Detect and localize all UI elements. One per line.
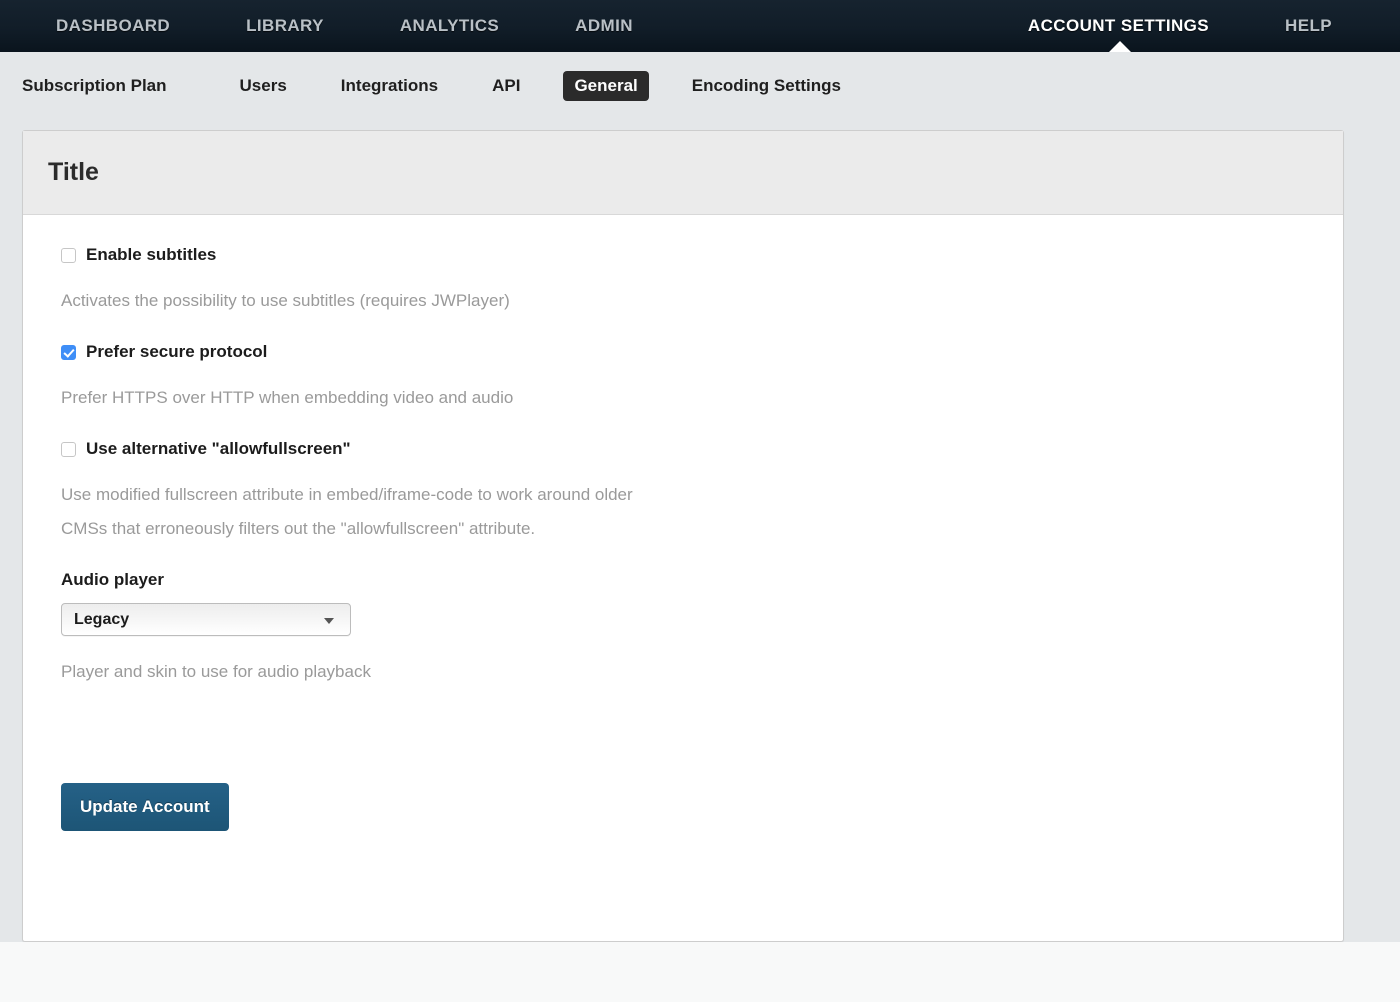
tab-users[interactable]: Users (213, 76, 314, 96)
label-audio-player: Audio player (61, 570, 164, 589)
tab-general[interactable]: General (563, 71, 649, 101)
field-use-alternative-allowfullscreen: Use alternative "allowfullscreen" Use mo… (61, 439, 1305, 546)
label-enable-subtitles[interactable]: Enable subtitles (86, 245, 216, 265)
nav-item-dashboard[interactable]: DASHBOARD (18, 0, 208, 52)
active-nav-caret-icon (1109, 41, 1131, 52)
checkbox-row-prefer-secure-protocol[interactable]: Prefer secure protocol (61, 342, 1305, 362)
field-prefer-secure-protocol: Prefer secure protocol Prefer HTTPS over… (61, 342, 1305, 415)
chevron-down-icon (324, 617, 334, 624)
field-audio-player: Audio player Legacy Player and skin to u… (61, 570, 1305, 689)
field-enable-subtitles: Enable subtitles Activates the possibili… (61, 245, 1305, 318)
top-nav-right-group: ACCOUNT SETTINGS HELP (990, 0, 1400, 52)
audio-player-select[interactable]: Legacy (61, 603, 351, 636)
nav-item-library[interactable]: LIBRARY (208, 0, 362, 52)
help-text-audio-player: Player and skin to use for audio playbac… (61, 662, 371, 681)
help-text-enable-subtitles: Activates the possibility to use subtitl… (61, 291, 510, 310)
label-prefer-secure-protocol[interactable]: Prefer secure protocol (86, 342, 267, 362)
tab-api[interactable]: API (465, 76, 547, 96)
checkbox-row-use-alternative-allowfullscreen[interactable]: Use alternative "allowfullscreen" (61, 439, 1305, 459)
panel-body: Enable subtitles Activates the possibili… (23, 215, 1343, 871)
nav-item-analytics[interactable]: ANALYTICS (362, 0, 537, 52)
help-text-use-alternative-allowfullscreen: Use modified fullscreen attribute in emb… (61, 485, 633, 538)
form-actions: Update Account (61, 783, 1305, 871)
tab-subscription-plan[interactable]: Subscription Plan (22, 76, 213, 96)
checkbox-prefer-secure-protocol[interactable] (61, 344, 76, 360)
checkbox-enable-subtitles[interactable] (61, 247, 76, 263)
nav-item-admin[interactable]: ADMIN (537, 0, 671, 52)
checkbox-row-enable-subtitles[interactable]: Enable subtitles (61, 245, 1305, 265)
help-text-prefer-secure-protocol: Prefer HTTPS over HTTP when embedding vi… (61, 388, 514, 407)
top-nav-left-group: DASHBOARD LIBRARY ANALYTICS ADMIN (18, 0, 671, 52)
settings-sub-navigation: Subscription Plan Users Integrations API… (0, 52, 1400, 120)
panel-header: Title (23, 131, 1343, 215)
label-use-alternative-allowfullscreen[interactable]: Use alternative "allowfullscreen" (86, 439, 351, 459)
top-navigation-bar: DASHBOARD LIBRARY ANALYTICS ADMIN ACCOUN… (0, 0, 1400, 52)
footer-strip (0, 942, 1400, 1002)
tab-integrations[interactable]: Integrations (314, 76, 465, 96)
audio-player-selected-value: Legacy (74, 610, 130, 628)
settings-panel: Title Enable subtitles Activates the pos… (22, 130, 1344, 942)
checkbox-use-alternative-allowfullscreen[interactable] (61, 441, 76, 457)
nav-item-help[interactable]: HELP (1247, 0, 1370, 52)
update-account-button[interactable]: Update Account (61, 783, 229, 831)
tab-encoding-settings[interactable]: Encoding Settings (665, 76, 868, 96)
page-title: Title (48, 158, 99, 186)
